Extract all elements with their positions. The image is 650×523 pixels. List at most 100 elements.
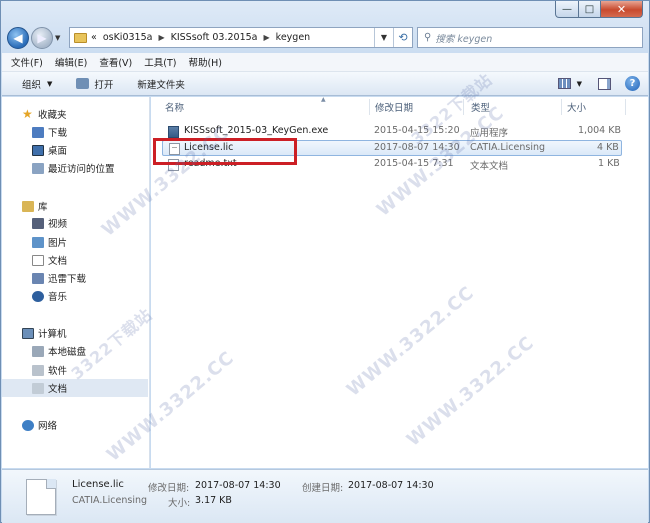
menu-bar: 文件(F) 编辑(E) 查看(V) 工具(T) 帮助(H) (2, 53, 648, 72)
file-row-license-lic[interactable]: License.lic 2017-08-07 14:30 CATIA.Licen… (162, 140, 622, 156)
nav-item-local-disk[interactable]: 本地磁盘 (2, 342, 148, 360)
nav-favorites[interactable]: ★ 收藏夹 (2, 105, 148, 123)
nav-computer-label: 计算机 (38, 329, 67, 340)
breadcrumb-osKi0315a[interactable]: osKi0315a (103, 32, 153, 43)
menu-help[interactable]: 帮助(H) (188, 55, 222, 69)
column-divider[interactable] (463, 99, 464, 115)
address-bar[interactable]: « osKi0315a ▶ KISSsoft 03.2015a ▶ keygen… (69, 27, 413, 48)
details-created-label: 创建日期: (302, 483, 344, 494)
drive-icon (32, 364, 44, 376)
breadcrumb-separator-icon[interactable]: ▶ (264, 33, 270, 42)
nav-item-recent-places[interactable]: 最近访问的位置 (2, 159, 148, 177)
nav-item-label: 最近访问的位置 (48, 164, 115, 175)
breadcrumb-keygen[interactable]: keygen (276, 32, 311, 43)
breadcrumb-overflow[interactable]: « (91, 32, 97, 43)
search-icon: ⚲ (424, 32, 432, 43)
command-bar: 组织 ▼ 打开 新建文件夹 ▼ ? (2, 72, 648, 96)
music-icon (32, 290, 44, 302)
file-list: 名称 ▲ 修改日期 类型 大小 KISSsoft_2015-03_KeyGen.… (151, 96, 648, 468)
details-modified-label: 修改日期: (148, 483, 190, 494)
file-name: KISSsoft_2015-03_KeyGen.exe (184, 125, 329, 136)
minimize-button[interactable]: — (555, 1, 579, 18)
nav-item-videos[interactable]: 视频 (2, 214, 148, 232)
drive-icon (32, 382, 44, 394)
column-header-size[interactable]: 大小 (567, 97, 586, 117)
explorer-window: — □ ✕ ◀ ▶ ▼ « osKi0315a ▶ KISSsoft 03.20… (0, 0, 650, 523)
file-row-readme-txt[interactable]: readme.txt 2015-04-15 7:31 文本文档 1 KB (162, 157, 622, 173)
nav-item-label: 本地磁盘 (48, 347, 87, 358)
nav-item-label: 文档 (48, 384, 68, 395)
recent-pages-dropdown[interactable]: ▼ (55, 34, 65, 42)
nav-item-music[interactable]: 音乐 (2, 287, 148, 305)
breadcrumb-kisssoft[interactable]: KISSsoft 03.2015a (171, 32, 258, 43)
column-name-label: 名称 (165, 103, 185, 114)
nav-network[interactable]: 网络 (2, 416, 148, 434)
drive-icon (32, 345, 44, 357)
nav-item-thunder-downloads[interactable]: 迅雷下载 (2, 269, 148, 287)
file-row-keygen-exe[interactable]: KISSsoft_2015-03_KeyGen.exe 2015-04-15 1… (162, 124, 622, 140)
maximize-button[interactable]: □ (579, 1, 601, 18)
column-modified-label: 修改日期 (375, 103, 414, 114)
refresh-icon[interactable]: ⟲ (393, 28, 412, 47)
help-icon[interactable]: ? (625, 76, 640, 91)
arrow-right-icon: ▶ (37, 30, 47, 45)
details-size-label: 大小: (168, 498, 191, 509)
star-icon: ★ (22, 107, 33, 121)
text-file-icon (168, 159, 179, 171)
nav-computer[interactable]: 计算机 (2, 324, 148, 342)
column-header-name[interactable]: 名称 (165, 97, 184, 117)
application-icon (168, 126, 179, 138)
menu-view[interactable]: 查看(V) (99, 55, 132, 69)
file-type: 应用程序 (470, 128, 509, 139)
organize-button[interactable]: 组织 ▼ (22, 77, 52, 91)
column-type-label: 类型 (471, 103, 491, 114)
back-button[interactable]: ◀ (7, 26, 29, 49)
views-icon[interactable] (557, 78, 571, 89)
breadcrumb-separator-icon[interactable]: ▶ (158, 33, 164, 42)
column-divider[interactable] (625, 99, 626, 115)
nav-item-label: 视频 (48, 219, 68, 230)
preview-pane-icon[interactable] (598, 77, 611, 90)
close-button[interactable]: ✕ (601, 1, 643, 18)
column-divider[interactable] (369, 99, 370, 115)
nav-item-label: 软件 (48, 366, 68, 377)
search-placeholder: 搜索 keygen (435, 33, 493, 45)
nav-item-label: 文档 (48, 256, 68, 267)
file-size: 4 KB (597, 142, 619, 153)
open-label: 打开 (94, 79, 114, 91)
forward-button[interactable]: ▶ (31, 26, 53, 49)
views-dropdown-icon[interactable]: ▼ (577, 80, 582, 88)
address-dropdown-icon[interactable]: ▼ (374, 28, 393, 47)
nav-item-desktop[interactable]: 桌面 (2, 141, 148, 159)
network-icon (22, 419, 34, 431)
search-box[interactable]: ⚲ 搜索 keygen (417, 27, 643, 48)
nav-libraries[interactable]: 库 (2, 197, 148, 215)
download-folder-icon (32, 126, 44, 138)
organize-label: 组织 (22, 79, 42, 91)
file-modified: 2015-04-15 15:20 (374, 125, 460, 136)
file-name: License.lic (184, 142, 234, 153)
file-preview-icon (26, 479, 56, 515)
menu-tools[interactable]: 工具(T) (144, 55, 176, 69)
menu-file[interactable]: 文件(F) (11, 55, 43, 69)
column-divider[interactable] (561, 99, 562, 115)
video-icon (32, 217, 44, 229)
nav-item-downloads[interactable]: 下载 (2, 123, 148, 141)
navigation-row: ◀ ▶ ▼ « osKi0315a ▶ KISSsoft 03.2015a ▶ … (7, 25, 643, 50)
sort-indicator-icon: ▲ (321, 96, 326, 103)
nav-item-label: 桌面 (48, 146, 68, 157)
nav-item-software-drive[interactable]: 软件 (2, 361, 148, 379)
nav-item-documents[interactable]: 文档 (2, 251, 148, 269)
column-header-modified[interactable]: 修改日期 (375, 97, 413, 117)
new-folder-button[interactable]: 新建文件夹 (137, 77, 185, 91)
column-header-type[interactable]: 类型 (471, 97, 490, 117)
nav-libraries-label: 库 (38, 202, 48, 213)
nav-item-documents-drive[interactable]: 文档 (2, 379, 148, 397)
details-size-value: 3.17 KB (195, 495, 232, 506)
nav-item-pictures[interactable]: 图片 (2, 233, 148, 251)
desktop-icon (32, 144, 44, 156)
open-button[interactable]: 打开 (76, 77, 113, 91)
library-icon (22, 200, 34, 212)
menu-edit[interactable]: 编辑(E) (55, 55, 87, 69)
window-controls: — □ ✕ (555, 1, 643, 18)
